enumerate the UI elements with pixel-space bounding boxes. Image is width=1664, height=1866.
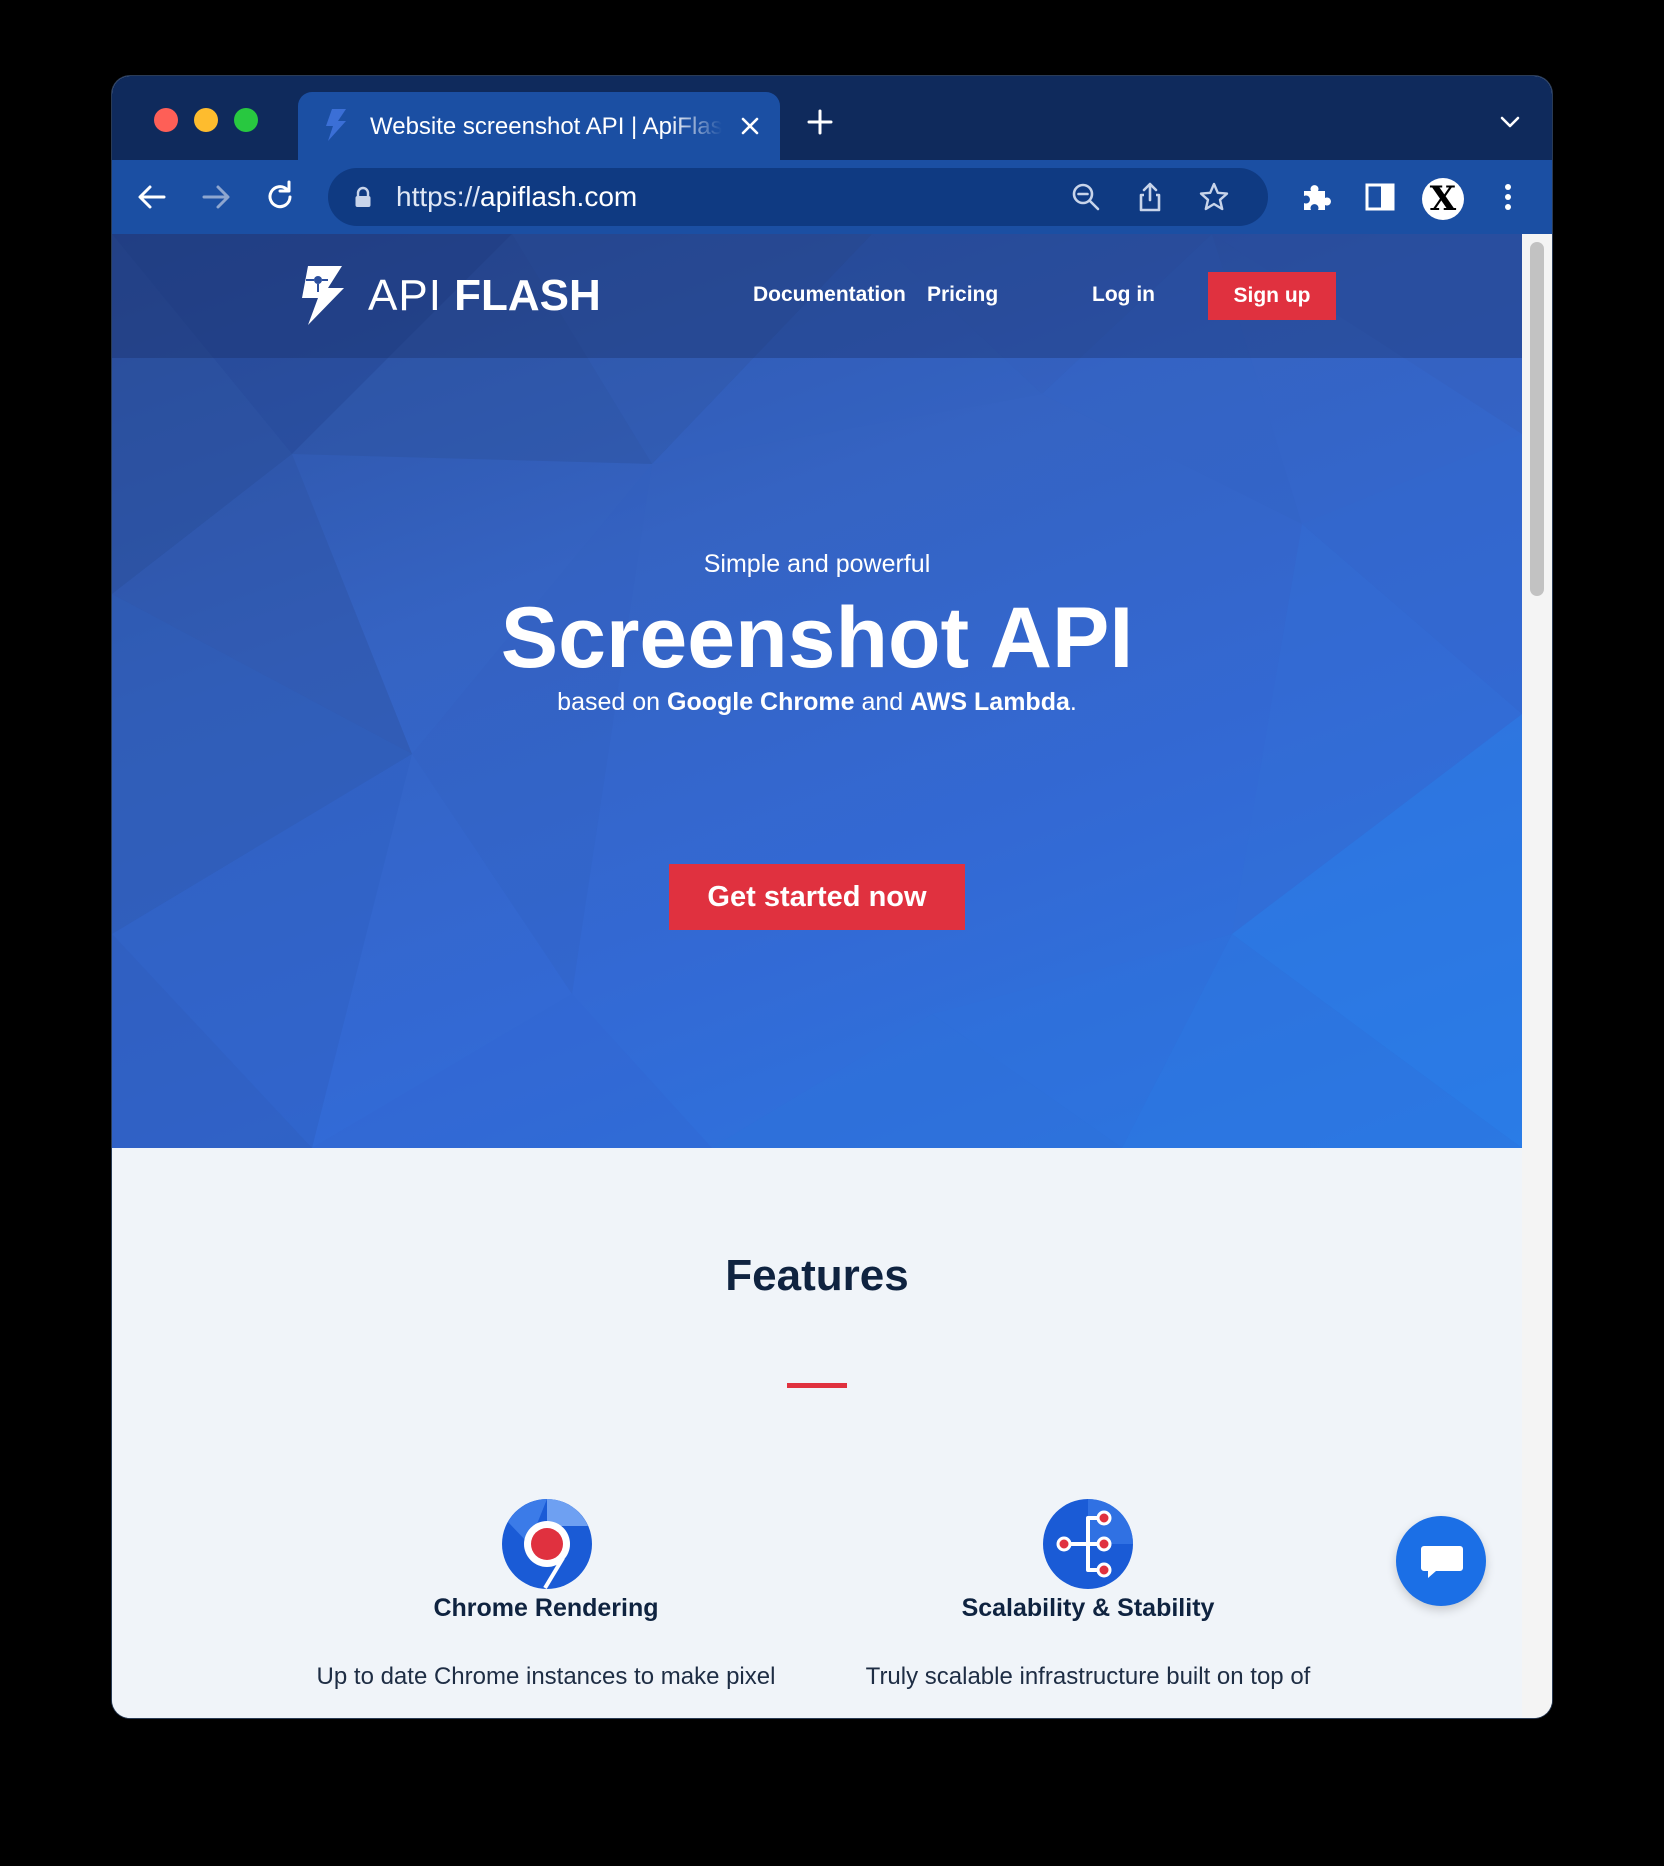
features-heading: Features <box>725 1251 909 1300</box>
nav-documentation[interactable]: Documentation <box>753 280 906 310</box>
feature-desc-scalability: Truly scalable infrastructure built on t… <box>865 1663 1311 1690</box>
feature-title-chrome-rendering: Chrome Rendering <box>433 1594 659 1622</box>
tab-strip: Website screenshot API | ApiFlash <box>112 76 1552 160</box>
chrome-icon <box>502 1499 592 1590</box>
features-divider <box>787 1383 847 1388</box>
tab-apiflash[interactable]: Website screenshot API | ApiFlash <box>298 92 780 160</box>
chat-widget-button[interactable] <box>1396 1516 1486 1606</box>
feature-title-scalability: Scalability & Stability <box>961 1594 1215 1622</box>
subline-prefix: based on <box>557 688 667 716</box>
hero-tagline: Simple and powerful <box>703 550 931 578</box>
logo-text-flash: FLASH <box>454 271 601 320</box>
share-icon[interactable] <box>1134 181 1166 213</box>
subline-and: and <box>854 688 911 716</box>
more-menu-icon[interactable] <box>1490 179 1526 215</box>
extensions-puzzle-icon[interactable] <box>1298 179 1334 215</box>
page-viewport[interactable]: API FLASH Documentation Pricing Log in S… <box>112 234 1552 1718</box>
profile-avatar[interactable]: X <box>1422 178 1464 220</box>
url-text[interactable]: https://apiflash.com <box>396 180 637 214</box>
site-logo[interactable]: API FLASH <box>368 268 601 324</box>
browser-window: Website screenshot API | ApiFlash https:… <box>112 76 1552 1718</box>
minimize-window-button[interactable] <box>194 108 218 132</box>
forward-arrow-icon[interactable] <box>198 179 234 215</box>
close-window-button[interactable] <box>154 108 178 132</box>
new-tab-icon[interactable] <box>806 108 834 136</box>
logo-text-api: API <box>368 271 442 320</box>
tab-search-chevron-icon[interactable] <box>1498 112 1522 132</box>
back-arrow-icon[interactable] <box>134 179 170 215</box>
subline-google-chrome: Google Chrome <box>667 688 855 716</box>
get-started-button[interactable]: Get started now <box>669 864 965 930</box>
hero-section: API FLASH Documentation Pricing Log in S… <box>112 234 1522 1148</box>
tab-title: Website screenshot API | ApiFlash <box>370 113 722 140</box>
bookmark-star-icon[interactable] <box>1198 181 1230 213</box>
apiflash-logo-bolt-icon[interactable] <box>298 264 348 326</box>
nav-pricing[interactable]: Pricing <box>927 280 998 310</box>
maximize-window-button[interactable] <box>234 108 258 132</box>
close-tab-icon[interactable] <box>738 114 762 138</box>
subline-period: . <box>1069 688 1077 716</box>
page-scrollbar-thumb[interactable] <box>1530 242 1544 596</box>
feature-desc-chrome-rendering: Up to date Chrome instances to make pixe… <box>316 1663 776 1690</box>
browser-toolbar: https://apiflash.com X <box>112 160 1552 234</box>
zoom-icon[interactable] <box>1070 181 1102 213</box>
reload-icon[interactable] <box>262 179 298 215</box>
signup-button[interactable]: Sign up <box>1208 272 1336 320</box>
nav-login[interactable]: Log in <box>1092 280 1155 310</box>
apiflash-favicon-icon <box>326 109 346 141</box>
hero-headline: Screenshot API <box>500 590 1134 686</box>
address-bar[interactable]: https://apiflash.com <box>328 168 1268 226</box>
scalability-icon <box>1043 1499 1133 1589</box>
lock-icon[interactable] <box>354 186 372 208</box>
subline-aws-lambda: AWS Lambda <box>910 688 1070 716</box>
chat-bubble-icon <box>1421 1546 1463 1578</box>
url-scheme: https:// <box>396 181 481 212</box>
site-header: API FLASH Documentation Pricing Log in S… <box>112 234 1522 358</box>
url-host: apiflash.com <box>480 181 638 212</box>
hero-subline: based on Google Chrome and AWS Lambda. <box>112 684 1522 720</box>
side-panel-icon[interactable] <box>1362 179 1398 215</box>
